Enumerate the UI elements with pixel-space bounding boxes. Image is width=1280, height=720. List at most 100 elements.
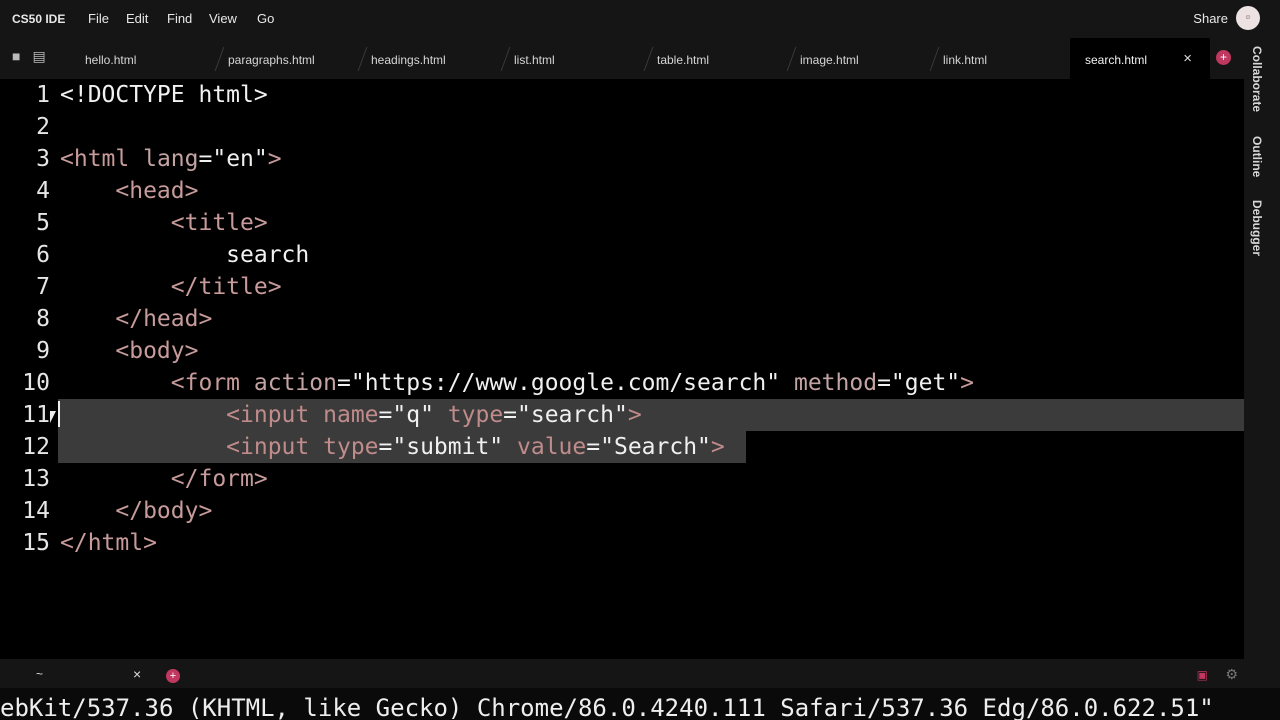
app-brand[interactable]: CS50 IDE	[12, 12, 65, 26]
code-text: </form>	[60, 463, 268, 495]
new-terminal-plus-icon[interactable]: +	[166, 669, 180, 683]
code-token: =	[336, 370, 351, 396]
tab-link[interactable]: link.html	[943, 38, 1086, 79]
code-token: <!DOCTYPE html>	[60, 82, 268, 108]
code-token: </head>	[115, 306, 213, 332]
tab-separator	[357, 47, 368, 71]
code-token: =	[378, 402, 393, 428]
code-line[interactable]: 8 </head>	[0, 303, 1244, 335]
sidebar-tab-collaborate[interactable]: Collaborate	[1250, 46, 1264, 112]
code-token: type	[323, 434, 379, 460]
sidebar-tab-outline[interactable]: Outline	[1250, 136, 1264, 177]
code-line[interactable]: 7 </title>	[0, 271, 1244, 303]
line-number: 7	[36, 274, 50, 300]
share-button[interactable]: Share	[1193, 11, 1228, 26]
code-line[interactable]: 3 <html lang="en">	[0, 143, 1244, 175]
files-icon[interactable]: ▤	[32, 48, 45, 65]
code-token: action	[253, 370, 337, 396]
code-line[interactable]: 4 <head>	[0, 175, 1244, 207]
gear-icon[interactable]: ⚙	[1225, 666, 1238, 683]
maximize-icon[interactable]: ▣	[1197, 668, 1208, 682]
code-line[interactable]: 10 <form action="https://www.google.com/…	[0, 367, 1244, 399]
code-token: name	[323, 402, 379, 428]
menu-go[interactable]: Go	[257, 11, 274, 26]
tab-image[interactable]: image.html	[800, 38, 943, 79]
code-token: </body>	[115, 498, 213, 524]
new-tab-plus-icon[interactable]: +	[1216, 50, 1231, 65]
menu-edit[interactable]: Edit	[126, 11, 148, 26]
code-token: =	[586, 434, 601, 460]
text-cursor	[58, 401, 60, 427]
code-line[interactable]: 5 <title>	[0, 207, 1244, 239]
code-token: >	[710, 434, 725, 460]
code-line[interactable]: 15 </html>	[0, 527, 1244, 559]
close-icon[interactable]: ×	[133, 666, 141, 682]
menu-view[interactable]: View	[209, 11, 237, 26]
line-number: 1	[36, 82, 50, 108]
user-avatar[interactable]: ☺	[1236, 6, 1260, 30]
terminal-tab-title[interactable]: ~	[36, 667, 43, 681]
code-token: "submit"	[392, 434, 504, 460]
code-line[interactable]: 1 <!DOCTYPE html>	[0, 79, 1244, 111]
menu-file[interactable]: File	[88, 11, 109, 26]
code-token: <body>	[115, 338, 199, 364]
terminal-output[interactable]: ebKit/537.36 (KHTML, like Gecko) Chrome/…	[0, 688, 1280, 720]
sidebar-tab-debugger[interactable]: Debugger	[1250, 200, 1264, 256]
tab-hello[interactable]: hello.html	[85, 38, 228, 79]
code-token: "get"	[890, 370, 961, 396]
code-line[interactable]: 14 </body>	[0, 495, 1244, 527]
code-text: <!DOCTYPE html>	[60, 79, 268, 111]
tab-separator	[500, 47, 511, 71]
tab-search[interactable]: search.html ×	[1070, 38, 1210, 79]
code-editor[interactable]: 1 <!DOCTYPE html> 2 3 <html lang="en"> 4 <hea…	[0, 79, 1244, 659]
code-token: method	[793, 370, 878, 396]
line-number: 5	[36, 210, 50, 236]
code-token: >	[627, 402, 642, 428]
tab-table[interactable]: table.html	[657, 38, 800, 79]
code-token: "https://www.google.com/search"	[350, 370, 781, 396]
menu-find[interactable]: Find	[167, 11, 192, 26]
code-token: <input	[226, 434, 310, 460]
tab-label: paragraphs.html	[228, 53, 315, 67]
code-token: </title>	[170, 274, 282, 300]
mouse-pointer-icon	[50, 411, 56, 423]
tab-label: hello.html	[85, 53, 137, 67]
code-line[interactable]: 9 <body>	[0, 335, 1244, 367]
close-icon[interactable]: ×	[1183, 50, 1192, 67]
code-text: <head>	[60, 175, 198, 207]
line-number: 12	[22, 434, 50, 460]
folder-icon[interactable]: ■	[12, 48, 20, 65]
tab-label: image.html	[800, 53, 859, 67]
code-token: type	[447, 402, 504, 428]
tab-paragraphs[interactable]: paragraphs.html	[228, 38, 371, 79]
tab-list[interactable]: list.html	[514, 38, 657, 79]
line-number: 8	[36, 306, 50, 332]
code-line[interactable]: 13 </form>	[0, 463, 1244, 495]
code-token: =	[198, 146, 213, 172]
code-line[interactable]: 2	[0, 111, 1244, 143]
code-token: </html>	[60, 530, 157, 556]
line-number: 13	[22, 466, 50, 492]
line-number: 9	[36, 338, 50, 364]
menu-bar: CS50 IDE File Edit Find View Go Share ☺	[0, 0, 1280, 38]
tab-headings[interactable]: headings.html	[371, 38, 514, 79]
code-line[interactable]: 6 search	[0, 239, 1244, 271]
line-number: 2	[36, 114, 50, 140]
tab-separator	[786, 47, 797, 71]
code-line[interactable]: 12 <input type="submit" value="Search">	[0, 431, 1244, 463]
line-number: 11	[22, 402, 50, 428]
code-text: </head>	[60, 303, 212, 335]
code-line[interactable]: 11 <input name="q" type="search">	[0, 399, 1244, 431]
code-text: <input name="q" type="search">	[60, 399, 642, 431]
line-number: 14	[22, 498, 50, 524]
code-token: >	[267, 146, 282, 172]
code-token: search	[60, 242, 310, 268]
